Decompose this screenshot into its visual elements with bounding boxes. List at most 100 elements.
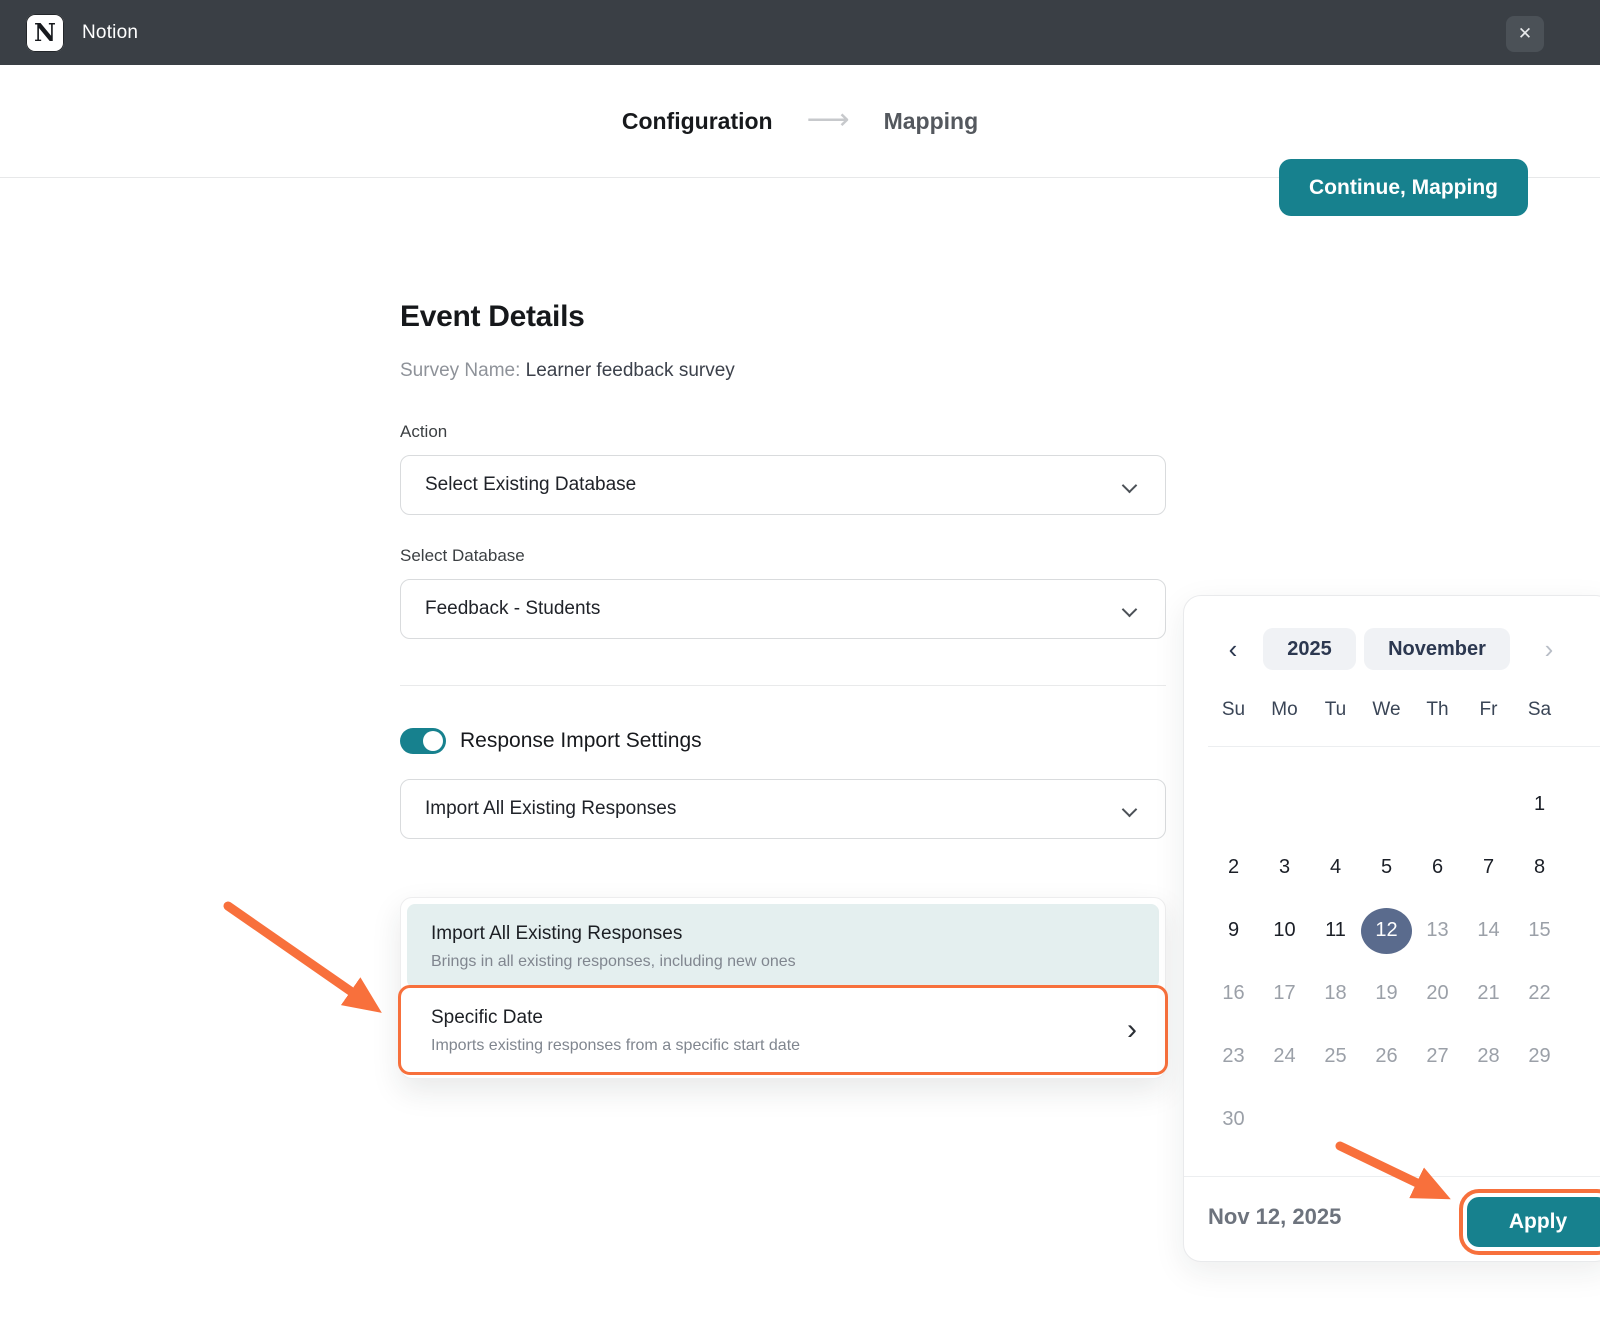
survey-name-line: Survey Name: Learner feedback survey [400, 360, 1166, 382]
chevron-down-icon [1122, 802, 1138, 818]
calendar-day: 16 [1208, 962, 1259, 1025]
calendar-day: 24 [1259, 1025, 1310, 1088]
option-description: Brings in all existing responses, includ… [431, 953, 1135, 971]
calendar-empty-cell [1514, 1088, 1565, 1151]
weekday-label: Th [1412, 699, 1463, 721]
calendar-weekday-header: SuMoTuWeThFrSa [1208, 699, 1565, 721]
option-description: Imports existing responses from a specif… [431, 1037, 1135, 1055]
import-mode-dropdown-menu: Import All Existing Responses Brings in … [400, 897, 1166, 1079]
calendar-empty-cell [1463, 773, 1514, 836]
close-icon[interactable]: ✕ [1506, 16, 1544, 52]
calendar-day: 20 [1412, 962, 1463, 1025]
calendar-empty-cell [1310, 1088, 1361, 1151]
survey-name-label: Survey Name: [400, 360, 520, 381]
calendar-empty-cell [1259, 1088, 1310, 1151]
selected-day[interactable]: 12 [1361, 908, 1412, 954]
calendar-day: 30 [1208, 1088, 1259, 1151]
option-title: Specific Date [431, 1007, 1135, 1029]
calendar-day[interactable]: 8 [1514, 836, 1565, 899]
toggle-knob [423, 731, 443, 751]
calendar-day[interactable]: 4 [1310, 836, 1361, 899]
weekday-label: Sa [1514, 699, 1565, 721]
menu-option-specific-date[interactable]: Specific Date Imports existing responses… [407, 988, 1159, 1072]
step-mapping: Mapping [884, 108, 979, 135]
titlebar: N Notion ✕ [0, 0, 1600, 65]
action-select[interactable]: Select Existing Database [400, 455, 1166, 515]
calendar-day: 18 [1310, 962, 1361, 1025]
section-divider [400, 685, 1166, 686]
calendar-day: 13 [1412, 899, 1463, 962]
stepper-bar: Configuration ⟶ Mapping Continue, Mappin… [0, 65, 1600, 178]
calendar-empty-cell [1412, 773, 1463, 836]
step-configuration: Configuration [622, 108, 773, 135]
calendar-header: ‹ 2025 November › [1184, 628, 1600, 670]
action-label: Action [400, 422, 1166, 442]
event-details-form: Event Details Survey Name: Learner feedb… [400, 300, 1166, 839]
calendar-day[interactable]: 3 [1259, 836, 1310, 899]
import-mode-select-value: Import All Existing Responses [425, 798, 676, 820]
calendar-day: 25 [1310, 1025, 1361, 1088]
calendar-day: 28 [1463, 1025, 1514, 1088]
calendar-footer-divider [1184, 1176, 1600, 1177]
calendar-divider [1208, 746, 1600, 747]
arrow-to-specific-date [228, 906, 372, 1006]
calendar-day: 21 [1463, 962, 1514, 1025]
response-import-toggle[interactable] [400, 728, 446, 754]
action-select-value: Select Existing Database [425, 474, 636, 496]
weekday-label: We [1361, 699, 1412, 721]
import-config-window: N Notion ✕ Configuration ⟶ Mapping Conti… [0, 0, 1600, 1323]
calendar-day[interactable]: 9 [1208, 899, 1259, 962]
apply-button[interactable]: Apply [1467, 1197, 1600, 1247]
calendar-empty-cell [1361, 773, 1412, 836]
calendar-day[interactable]: 2 [1208, 836, 1259, 899]
weekday-label: Fr [1463, 699, 1514, 721]
weekday-label: Tu [1310, 699, 1361, 721]
continue-mapping-button[interactable]: Continue, Mapping [1279, 159, 1528, 216]
survey-name-value: Learner feedback survey [526, 360, 735, 381]
chevron-down-icon [1122, 602, 1138, 618]
calendar-day: 22 [1514, 962, 1565, 1025]
weekday-label: Mo [1259, 699, 1310, 721]
page-title: Event Details [400, 300, 1166, 334]
weekday-label: Su [1208, 699, 1259, 721]
calendar-day: 19 [1361, 962, 1412, 1025]
calendar-day: 27 [1412, 1025, 1463, 1088]
menu-option-import-all[interactable]: Import All Existing Responses Brings in … [407, 904, 1159, 988]
database-select-value: Feedback - Students [425, 598, 600, 620]
calendar-day[interactable]: 11 [1310, 899, 1361, 962]
calendar-day: 15 [1514, 899, 1565, 962]
calendar-day[interactable]: 6 [1412, 836, 1463, 899]
calendar-empty-cell [1259, 773, 1310, 836]
calendar-empty-cell [1361, 1088, 1412, 1151]
calendar-day: 26 [1361, 1025, 1412, 1088]
database-select[interactable]: Feedback - Students [400, 579, 1166, 639]
calendar-day[interactable]: 7 [1463, 836, 1514, 899]
calendar-day[interactable]: 12 [1361, 899, 1412, 962]
app-title: Notion [82, 22, 138, 44]
calendar-empty-cell [1310, 773, 1361, 836]
response-import-settings-label: Response Import Settings [460, 729, 702, 753]
chevron-right-icon: › [1127, 1015, 1137, 1045]
selected-date-text: Nov 12, 2025 [1208, 1204, 1341, 1230]
calendar-empty-cell [1412, 1088, 1463, 1151]
calendar-year-button[interactable]: 2025 [1263, 628, 1356, 670]
response-import-settings-row: Response Import Settings [400, 728, 1166, 754]
calendar-day: 23 [1208, 1025, 1259, 1088]
calendar-day[interactable]: 1 [1514, 773, 1565, 836]
select-database-label: Select Database [400, 546, 1166, 566]
notion-logo-icon: N [26, 14, 64, 52]
calendar-month-button[interactable]: November [1364, 628, 1510, 670]
calendar-day: 29 [1514, 1025, 1565, 1088]
highlight-ring [398, 985, 1168, 1075]
calendar-day[interactable]: 5 [1361, 836, 1412, 899]
calendar-prev-icon[interactable]: ‹ [1218, 636, 1248, 662]
date-picker-panel: ‹ 2025 November › SuMoTuWeThFrSa 1234567… [1183, 595, 1600, 1262]
calendar-empty-cell [1463, 1088, 1514, 1151]
calendar-empty-cell [1208, 773, 1259, 836]
import-mode-select[interactable]: Import All Existing Responses [400, 779, 1166, 839]
calendar-next-icon[interactable]: › [1534, 636, 1564, 662]
option-title: Import All Existing Responses [431, 923, 1135, 945]
chevron-down-icon [1122, 478, 1138, 494]
calendar-day: 17 [1259, 962, 1310, 1025]
calendar-day[interactable]: 10 [1259, 899, 1310, 962]
